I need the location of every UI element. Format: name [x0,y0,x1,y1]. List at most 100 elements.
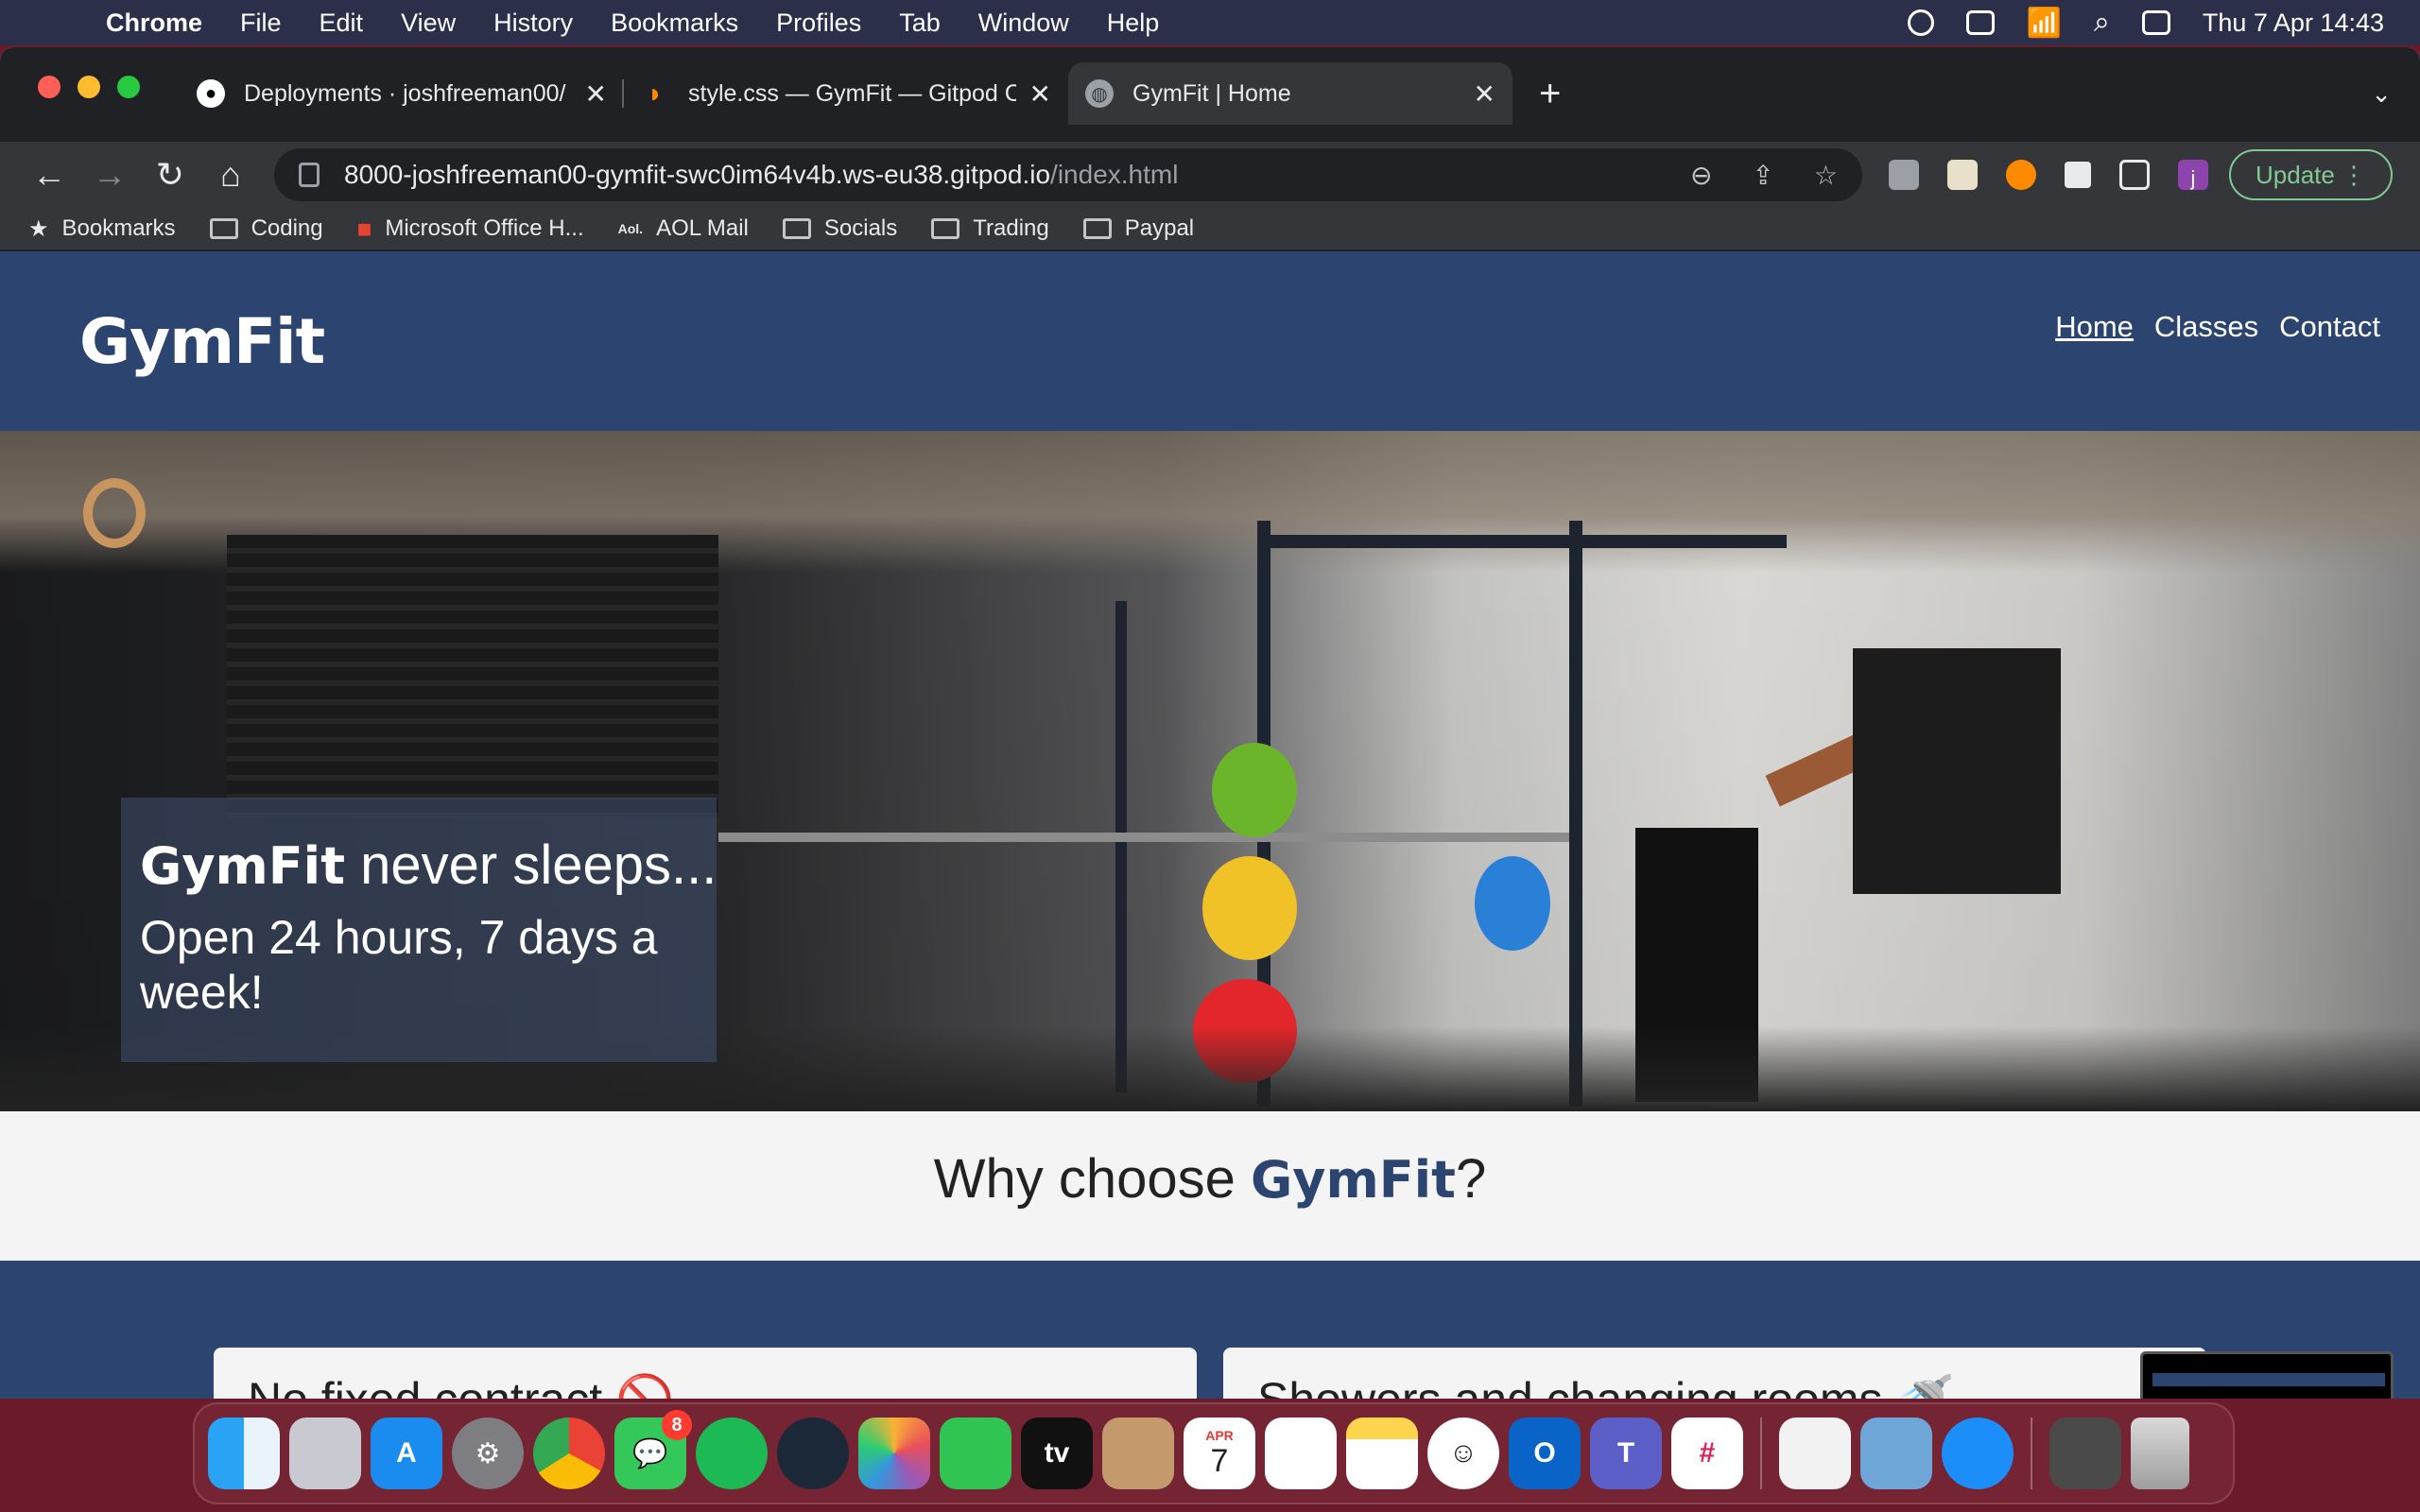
messages-icon[interactable]: 💬 8 [614,1410,692,1489]
tab-deployments[interactable]: ● Deployments · joshfreeman00/ ✕ [180,62,624,125]
extension-icon[interactable] [1889,160,1919,190]
screen-recording-icon[interactable] [1907,9,1934,36]
address-bar[interactable]: 8000-joshfreeman00-gymfit-swc0im64v4b.ws… [274,148,1862,201]
bookmark-socials[interactable]: Socials [782,215,898,242]
app-store-icon[interactable]: A [371,1418,442,1489]
side-panel-icon[interactable] [2119,160,2150,190]
home-icon[interactable]: ⌂ [200,155,261,195]
apple-tv-icon[interactable]: tv [1021,1418,1093,1489]
nav-classes-link[interactable]: Classes [2154,310,2258,344]
memoji-icon[interactable]: ☺ [1427,1418,1499,1489]
screenshot-thumbnail-preview[interactable] [2140,1351,2394,1399]
textedit-icon[interactable] [1779,1418,1851,1489]
browser-toolbar: ← → ↻ ⌂ 8000-joshfreeman00-gymfit-swc0im… [0,142,2420,208]
new-tab-button[interactable]: + [1539,62,1561,125]
safari-icon[interactable] [1942,1418,2014,1489]
chrome-icon[interactable] [533,1418,605,1489]
trash-icon[interactable] [2131,1418,2189,1489]
bookmark-paypal[interactable]: Paypal [1082,215,1194,242]
menu-help[interactable]: Help [1107,9,1160,38]
menu-profiles[interactable]: Profiles [776,9,861,38]
site-logo[interactable]: GymFit [79,305,325,378]
contacts-icon[interactable] [1102,1418,1174,1489]
menu-bookmarks[interactable]: Bookmarks [611,9,738,38]
teams-icon[interactable]: T [1590,1418,1662,1489]
barbell [718,833,1569,842]
close-tab-icon[interactable]: ✕ [585,78,607,110]
lock-icon[interactable] [299,163,320,187]
forward-arrow-icon[interactable]: → [79,155,140,195]
zoom-icon[interactable]: ⊖ [1690,160,1712,191]
minimize-window-button[interactable] [78,76,100,98]
tab-strip: ● Deployments · joshfreeman00/ ✕ ◗ style… [0,47,2420,142]
extension-icon[interactable] [1947,160,1978,190]
menu-edit[interactable]: Edit [320,9,364,38]
wall-panel [1853,648,2061,894]
tab-search-chevron-icon[interactable]: ⌄ [2371,79,2392,109]
facetime-icon[interactable] [940,1418,1011,1489]
system-preferences-icon[interactable]: ⚙ [452,1418,524,1489]
bookmark-trading[interactable]: Trading [931,215,1049,242]
share-icon[interactable]: ⇪ [1752,160,1773,191]
why-choose-heading: Why choose GymFit? [0,1111,2420,1261]
menu-app-name[interactable]: Chrome [106,9,202,38]
tab-gymfit-home[interactable]: ◍ GymFit | Home ✕ [1068,62,1512,125]
outlook-icon[interactable]: O [1509,1418,1581,1489]
reminders-icon[interactable] [1265,1418,1337,1489]
tabs: ● Deployments · joshfreeman00/ ✕ ◗ style… [180,62,1561,125]
nav-home-link[interactable]: Home [2055,310,2134,344]
steam-icon[interactable] [777,1418,849,1489]
preview-icon[interactable] [1860,1418,1932,1489]
menu-history[interactable]: History [493,9,573,38]
finder-icon[interactable] [208,1418,280,1489]
bookmarks-bar: ★ Bookmarks Coding ■ Microsoft Office H...… [0,208,2420,251]
notes-icon[interactable] [1346,1418,1418,1489]
puzzle-icon[interactable] [2065,162,2091,188]
hero-brand: GymFit [140,836,346,896]
thumbnail-header-bar [2152,1373,2385,1386]
launchpad-icon[interactable] [289,1418,361,1489]
menubar-clock[interactable]: Thu 7 Apr 14:43 [2203,9,2384,38]
close-tab-icon[interactable]: ✕ [1029,78,1051,110]
office-icon: ■ [356,214,372,243]
bookmark-label: Trading [973,215,1049,241]
green-weight-plate [1212,743,1297,837]
macos-menubar: Chrome File Edit View History Bookmarks … [0,0,2420,45]
bookmark-coding[interactable]: Coding [209,215,323,242]
slack-icon[interactable]: # [1671,1418,1743,1489]
roller-shutter [227,535,718,818]
bookmark-aol[interactable]: Aol. AOL Mail [618,215,749,242]
close-tab-icon[interactable]: ✕ [1474,78,1495,110]
control-center-icon[interactable] [2141,10,2170,35]
update-button[interactable]: Update ⋮ [2229,149,2394,200]
bookmark-star-icon[interactable]: ☆ [1814,160,1838,191]
reload-icon[interactable]: ↻ [140,155,200,195]
menu-file[interactable]: File [240,9,282,38]
dock-separator [1760,1418,1762,1489]
bookmark-office[interactable]: ■ Microsoft Office H... [357,215,584,244]
feature-title: No fixed contract 🚫 [248,1373,674,1399]
wifi-icon[interactable]: 📶 [2027,7,2062,40]
close-window-button[interactable] [38,76,60,98]
menu-view[interactable]: View [401,9,456,38]
nav-contact-link[interactable]: Contact [2279,310,2380,344]
spotlight-search-icon[interactable]: ⌕ [2094,7,2110,39]
tab-style-css[interactable]: ◗ style.css — GymFit — Gitpod C ✕ [624,62,1068,125]
calendar-icon[interactable]: APR 7 [1184,1418,1255,1489]
photos-icon[interactable] [858,1418,930,1489]
bookmark-bookmarks[interactable]: ★ Bookmarks [28,215,176,243]
omnibox-actions: ⊖ ⇪ ☆ [1690,160,1838,191]
bookmark-label: AOL Mail [656,215,749,241]
battery-icon[interactable] [1965,10,1995,35]
bookmark-label: Socials [823,215,898,241]
downloads-stack-icon[interactable] [2049,1418,2121,1489]
web-page: GymFit Home Classes Contact GymFit never… [0,251,2420,1399]
site-nav: Home Classes Contact [2055,310,2380,344]
gitpod-extension-icon[interactable] [2006,160,2036,190]
menu-window[interactable]: Window [978,9,1069,38]
back-arrow-icon[interactable]: ← [19,155,79,195]
zoom-window-button[interactable] [117,76,140,98]
spotify-icon[interactable] [696,1418,768,1489]
profile-avatar[interactable]: j [2178,160,2208,190]
menu-tab[interactable]: Tab [899,9,941,38]
